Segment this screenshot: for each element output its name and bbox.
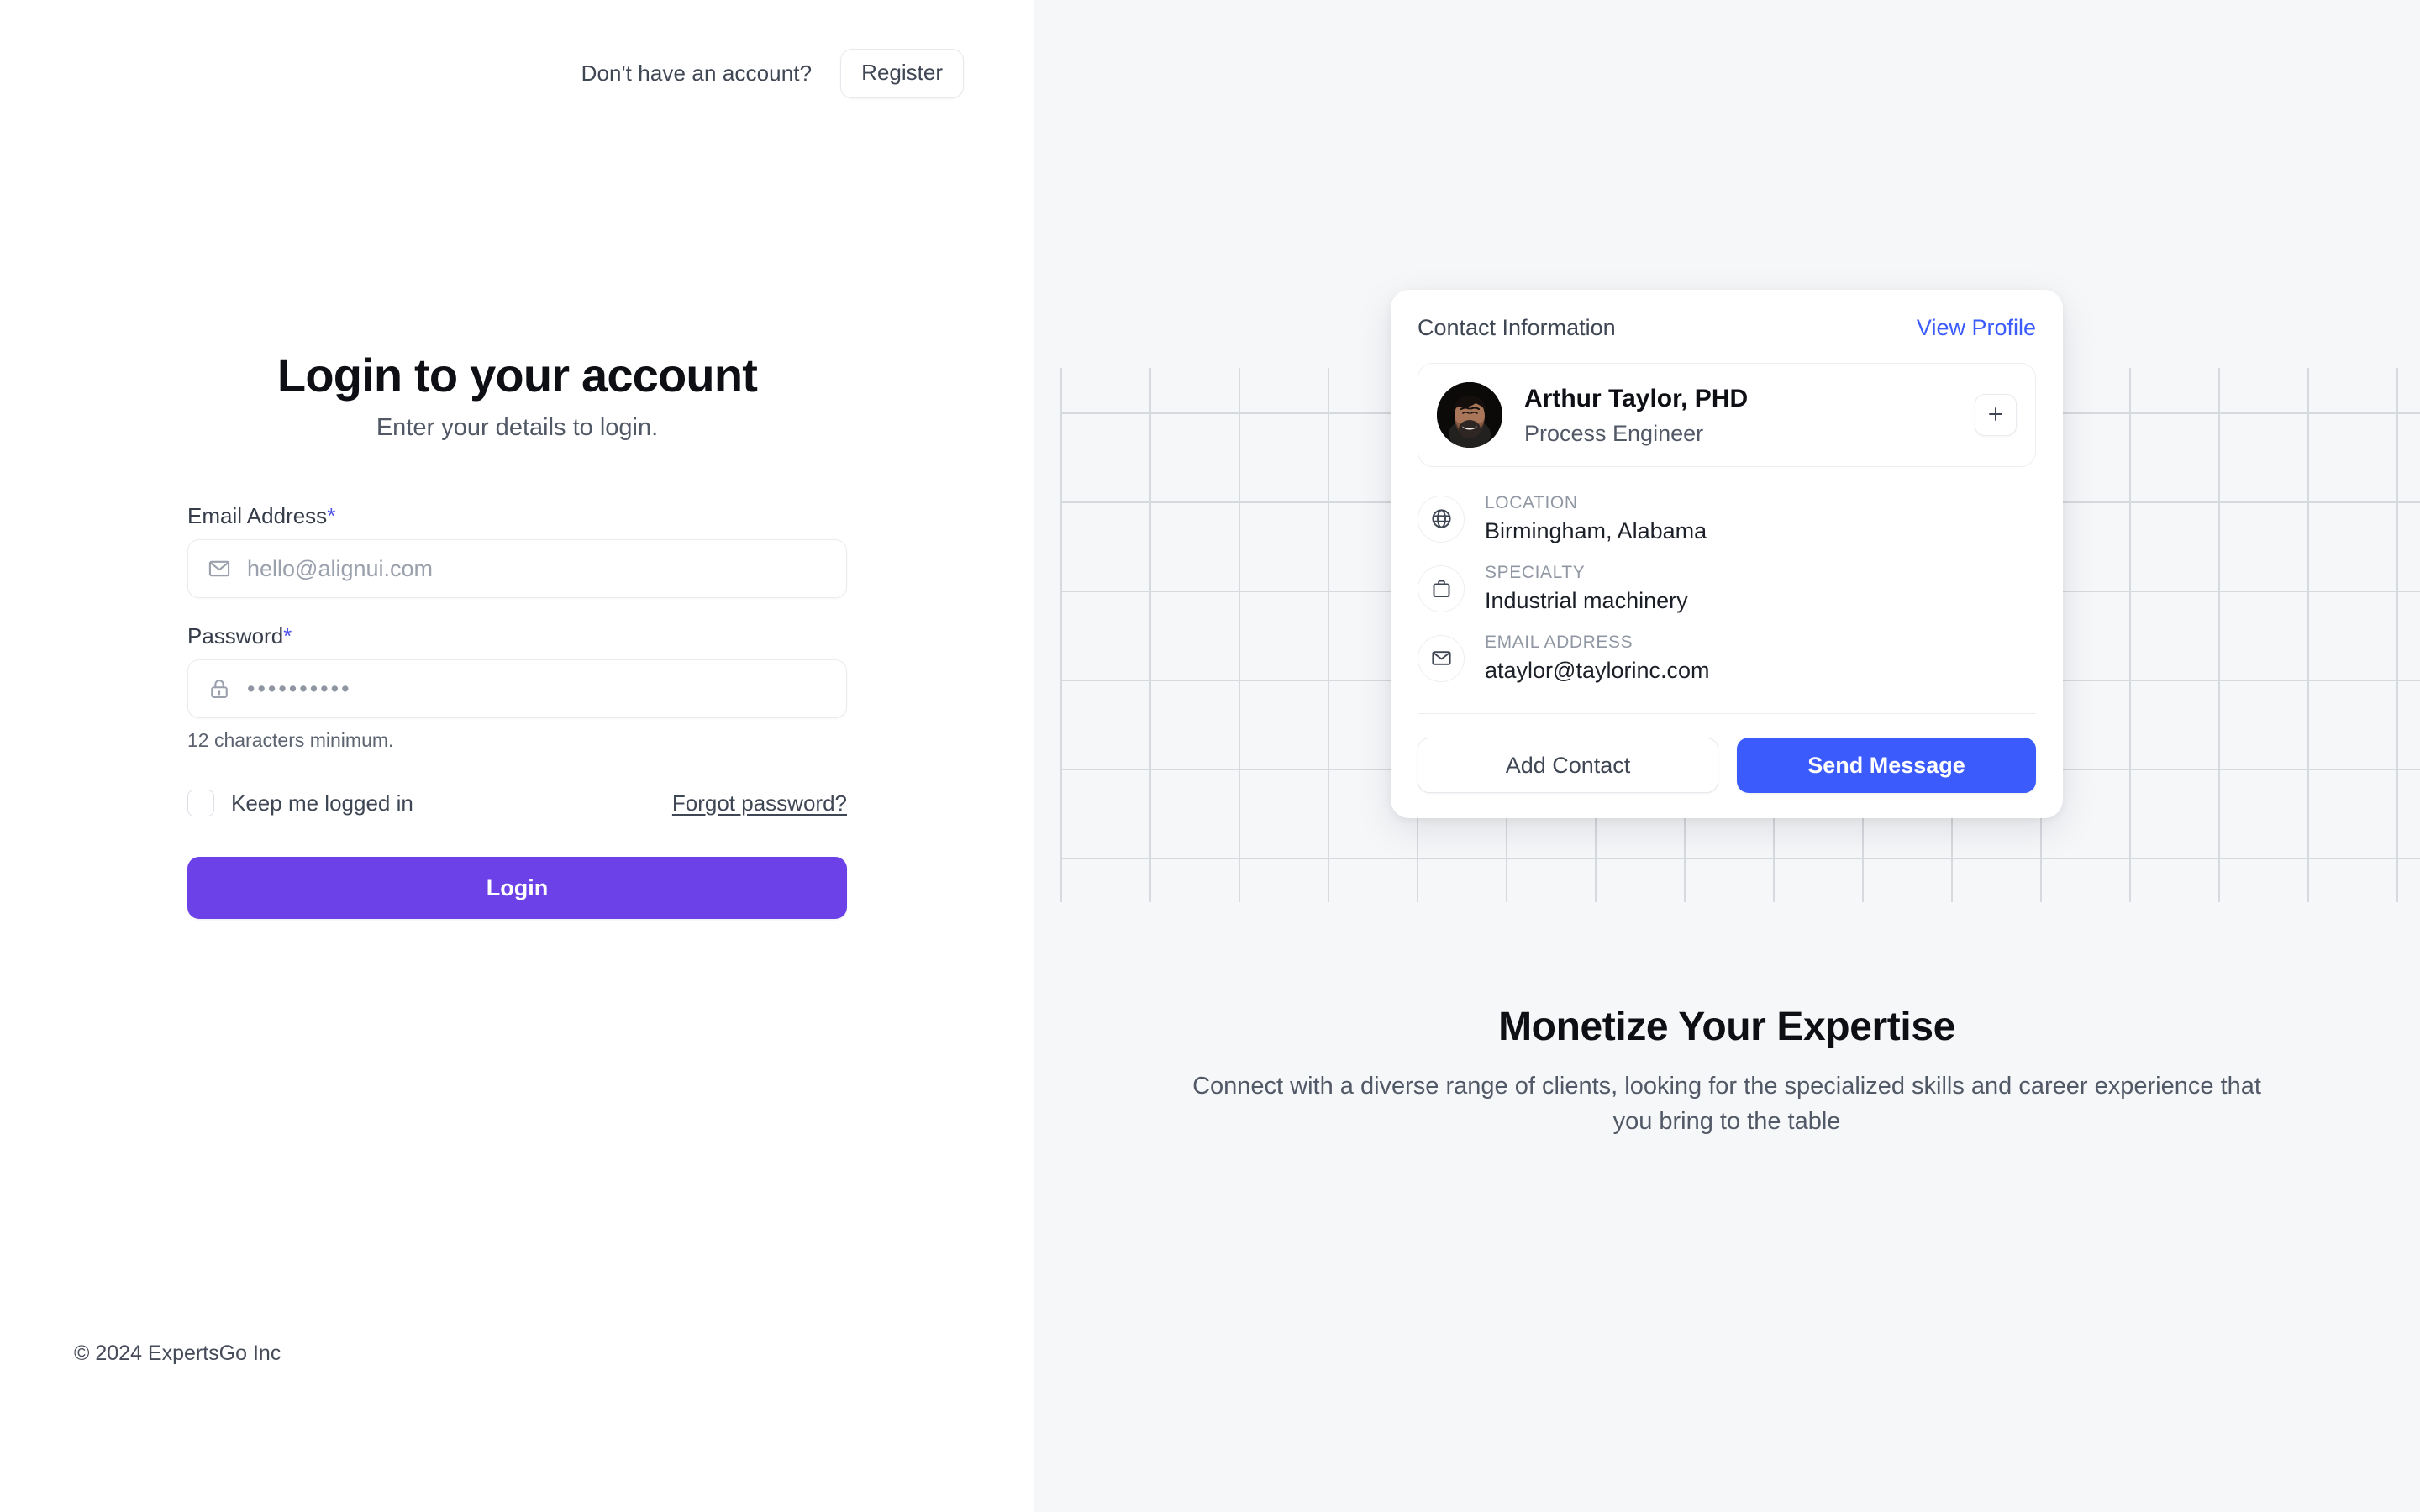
envelope-icon — [207, 556, 232, 581]
email-label-text: Email Address — [187, 503, 328, 529]
detail-row-specialty: SPECIALTY Industrial machinery — [1418, 554, 2036, 623]
globe-icon — [1418, 495, 1465, 543]
person-role: Process Engineer — [1524, 420, 1704, 446]
no-account-prompt: Don't have an account? — [581, 60, 813, 86]
right-panel: Contact Information View Profile Arthur … — [1034, 0, 2420, 1512]
person-name: Arthur Taylor, PHD — [1524, 385, 1749, 413]
footer-copyright: © 2024 ExpertsGo Inc — [74, 1341, 281, 1365]
card-header: Contact Information View Profile — [1418, 315, 2036, 363]
person-summary: Arthur Taylor, PHD Process Engineer — [1418, 363, 2036, 467]
briefcase-icon — [1418, 564, 1465, 612]
detail-value: ataylor@taylorinc.com — [1485, 658, 1710, 683]
detail-label: EMAIL ADDRESS — [1485, 633, 1634, 652]
add-contact-button[interactable]: Add Contact — [1418, 738, 1718, 793]
add-person-button[interactable] — [1975, 394, 2017, 436]
email-required-star: * — [327, 503, 336, 529]
page-title: Login to your account — [276, 349, 758, 402]
card-title: Contact Information — [1418, 315, 1616, 340]
email-field-group: Email Address* — [187, 503, 847, 599]
password-value[interactable]: •••••••••• — [247, 677, 352, 701]
top-bar: Don't have an account? Register — [581, 49, 964, 98]
password-input-shell[interactable]: •••••••••• — [187, 659, 847, 719]
password-label-text: Password — [187, 623, 284, 649]
detail-row-email: EMAIL ADDRESS ataylor@taylorinc.com — [1418, 623, 2036, 693]
register-button[interactable]: Register — [840, 49, 964, 98]
envelope-icon — [1418, 634, 1465, 682]
keep-logged-in-toggle[interactable]: Keep me logged in — [187, 790, 413, 817]
email-input[interactable] — [247, 540, 828, 598]
view-profile-link[interactable]: View Profile — [1917, 315, 2036, 341]
detail-label: LOCATION — [1485, 493, 1578, 512]
password-required-star: * — [283, 623, 292, 649]
promo-title: Monetize Your Expertise — [1498, 1005, 1955, 1049]
keep-logged-in-checkbox[interactable] — [187, 790, 214, 817]
login-page: Don't have an account? Register Login to… — [0, 0, 2420, 1512]
promo-section: Monetize Your Expertise Connect with a d… — [1189, 1004, 2265, 1139]
email-label: Email Address* — [187, 503, 847, 529]
keep-logged-in-label: Keep me logged in — [231, 790, 413, 816]
login-options-row: Keep me logged in Forgot password? — [187, 790, 847, 817]
lock-icon — [207, 676, 232, 701]
detail-value: Industrial machinery — [1485, 588, 1688, 613]
detail-value: Birmingham, Alabama — [1485, 518, 1707, 543]
send-message-button[interactable]: Send Message — [1737, 738, 2036, 793]
password-label: Password* — [187, 623, 847, 649]
detail-text-location: LOCATION Birmingham, Alabama — [1485, 493, 1707, 544]
forgot-password-link[interactable]: Forgot password? — [672, 790, 847, 816]
contact-detail-list: LOCATION Birmingham, Alabama SPECIALTY I… — [1418, 467, 2036, 713]
left-panel: Don't have an account? Register Login to… — [0, 0, 1034, 1512]
person-text: Arthur Taylor, PHD Process Engineer — [1524, 383, 1953, 447]
detail-text-email: EMAIL ADDRESS ataylor@taylorinc.com — [1485, 633, 1710, 684]
email-input-shell[interactable] — [187, 539, 847, 599]
password-field-group: Password* •••••••••• 12 characters minim… — [187, 623, 847, 752]
card-actions: Add Contact Send Message — [1418, 713, 2036, 818]
plus-icon — [1986, 404, 2006, 427]
login-form: Login to your account Enter your details… — [187, 349, 847, 920]
detail-label: SPECIALTY — [1485, 563, 1586, 582]
avatar-photo — [1437, 382, 1502, 448]
login-button[interactable]: Login — [187, 857, 847, 920]
contact-information-card: Contact Information View Profile Arthur … — [1391, 290, 2063, 818]
avatar — [1437, 382, 1502, 448]
page-subtitle: Enter your details to login. — [376, 414, 659, 442]
password-helper-text: 12 characters minimum. — [187, 729, 394, 752]
detail-row-location: LOCATION Birmingham, Alabama — [1418, 484, 2036, 554]
promo-subtitle: Connect with a diverse range of clients,… — [1192, 1073, 2261, 1136]
detail-text-specialty: SPECIALTY Industrial machinery — [1485, 563, 1688, 614]
